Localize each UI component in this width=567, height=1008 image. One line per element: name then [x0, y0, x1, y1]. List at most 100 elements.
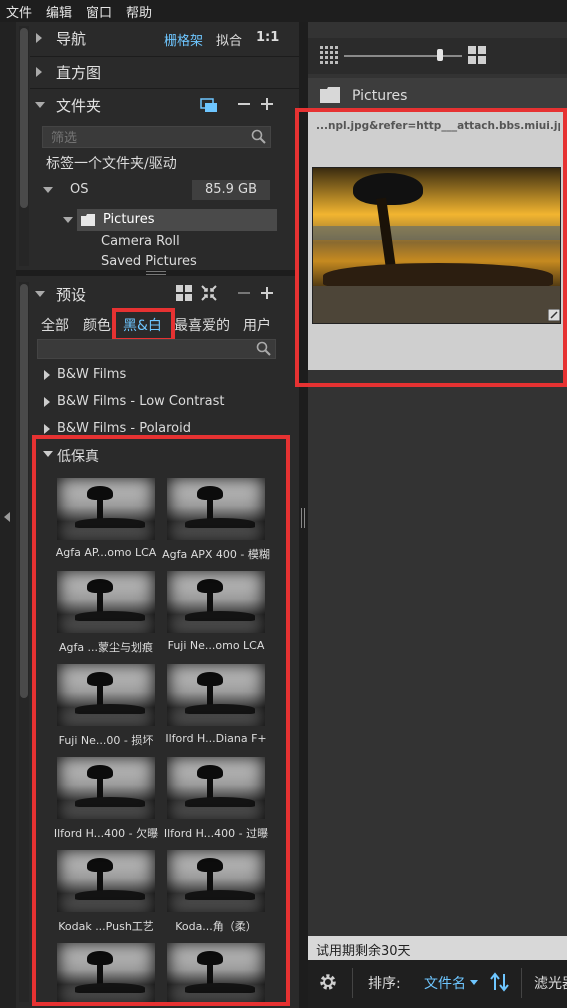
thumb-vignette-shape — [167, 757, 265, 819]
thumb-vignette-shape — [57, 757, 155, 819]
expand-right-icon — [44, 397, 50, 407]
preset-thumbnail[interactable] — [167, 943, 265, 1002]
preset-thumbnail[interactable] — [57, 571, 155, 633]
navigator-section[interactable]: 导航 栅格架 拟合 1:1 — [16, 24, 299, 52]
preset-thumbnail[interactable] — [57, 943, 155, 1002]
presets-label: 预设 — [56, 286, 87, 304]
remove-folder-icon[interactable] — [237, 97, 251, 111]
collapse-down-icon — [43, 187, 53, 193]
preset-thumbnail-label: Ilford H...400 - 欠曝 — [53, 827, 159, 840]
preset-thumbnail-label: Koda...角（柔） — [175, 920, 257, 933]
expand-right-icon — [36, 33, 42, 43]
preset-thumbnail-label: Fuji Ne...omo LCA — [167, 639, 265, 652]
drive-size: 85.9 GB — [192, 180, 270, 200]
preset-thumbnail[interactable] — [167, 478, 265, 540]
thumb-vignette-shape — [57, 664, 155, 726]
preset-thumbnail[interactable] — [167, 757, 265, 819]
thumb-vignette-shape — [57, 850, 155, 912]
preset-category-label: B&W Films — [57, 367, 127, 382]
preset-scrollbar[interactable] — [20, 284, 28, 698]
search-icon[interactable] — [251, 129, 267, 145]
presets-section[interactable]: 预设 — [16, 280, 299, 308]
tree-item-pictures[interactable]: Pictures — [62, 209, 277, 231]
splitter-grip-icon[interactable] — [146, 271, 166, 275]
add-folder-icon[interactable] — [260, 97, 274, 111]
preset-thumbnail-label: Kodak ...Push工艺 — [58, 920, 154, 933]
highlight-image-box — [295, 108, 567, 387]
folder-icon — [320, 87, 340, 103]
collapse-down-icon — [35, 102, 45, 108]
tab-all[interactable]: 全部 — [41, 315, 69, 335]
tag-folder-link[interactable]: 标签一个文件夹/驱动 — [46, 153, 177, 173]
expand-right-icon — [36, 67, 42, 77]
menu-window[interactable]: 窗口 — [86, 2, 112, 21]
tab-user[interactable]: 用户 — [243, 315, 271, 335]
sort-dropdown[interactable]: 文件名 — [424, 973, 466, 993]
preset-thumbnail-label: Agfa ...蒙尘与划痕 — [58, 641, 154, 654]
gear-icon[interactable] — [318, 972, 338, 992]
menu-help[interactable]: 帮助 — [126, 2, 152, 21]
preset-filter-input[interactable] — [37, 339, 276, 359]
browser-toolbar — [308, 38, 567, 74]
preset-thumbnail[interactable] — [57, 664, 155, 726]
search-icon[interactable] — [256, 341, 272, 357]
ratio-1to1-button[interactable]: 1:1 — [256, 30, 279, 45]
folder-icon — [81, 214, 95, 226]
thumb-vignette-shape — [57, 571, 155, 633]
preset-thumbnail[interactable] — [167, 850, 265, 912]
grid-view-icon[interactable] — [176, 285, 192, 301]
current-folder-title: Pictures — [352, 88, 408, 104]
expand-right-icon — [44, 424, 50, 434]
preset-category-row[interactable]: B&W Films - Polaroid — [40, 420, 280, 436]
preset-thumbnail[interactable] — [167, 664, 265, 726]
preset-thumbnail[interactable] — [167, 571, 265, 633]
slider-handle[interactable] — [437, 49, 443, 61]
splitter-grip-icon[interactable] — [301, 508, 305, 528]
menu-bar: 文件 编辑 窗口 帮助 — [0, 0, 567, 22]
thumb-vignette-shape — [167, 478, 265, 540]
preset-category-row[interactable]: B&W Films - Low Contrast — [40, 393, 280, 413]
preset-thumbnail-label: Fuji Ne...00 - 损坏 — [58, 734, 154, 747]
tab-color[interactable]: 颜色 — [83, 315, 111, 335]
divider — [30, 88, 299, 89]
remove-preset-icon[interactable] — [237, 286, 251, 300]
tree-item-label: Pictures — [103, 212, 155, 227]
collapse-down-icon — [63, 217, 73, 223]
thumbnail-size-slider[interactable] — [344, 55, 462, 57]
tab-favorites[interactable]: 最喜爱的 — [174, 315, 230, 335]
collapse-all-icon[interactable] — [201, 285, 217, 301]
preset-thumbnail[interactable] — [57, 757, 155, 819]
folders-section[interactable]: 文件夹 — [16, 91, 299, 119]
preset-thumbnail-label: Ilford H...400 - 过曝 — [163, 827, 269, 840]
preset-category-label: B&W Films - Polaroid — [57, 421, 191, 436]
small-grid-icon[interactable] — [320, 46, 338, 64]
drive-row[interactable]: OS 85.9 GB — [42, 177, 271, 203]
navigator-label: 导航 — [56, 30, 87, 48]
fit-grid-button[interactable]: 栅格架 — [164, 30, 203, 49]
preset-thumbnail[interactable] — [57, 478, 155, 540]
preset-thumbnail-label: Agfa APX 400 - 模糊 — [162, 548, 270, 561]
preset-thumbnail-label: Agfa AP...omo LCA — [55, 546, 157, 559]
preset-category-row[interactable]: B&W Films — [40, 366, 280, 386]
menu-file[interactable]: 文件 — [6, 2, 32, 21]
trial-text: 试用期剩余30天 — [316, 944, 411, 959]
monitor-folder-icon[interactable] — [200, 97, 218, 113]
preset-category-label: B&W Films - Low Contrast — [57, 394, 225, 409]
preset-thumbnail[interactable] — [57, 850, 155, 912]
collapse-left-arrow-icon[interactable] — [4, 512, 10, 522]
preset-thumbnail-label: Ilford H...Diana F+ — [165, 732, 267, 745]
chevron-down-icon[interactable] — [470, 980, 478, 985]
histogram-label: 直方图 — [56, 64, 102, 82]
tree-item-camera-roll[interactable]: Camera Roll — [101, 234, 180, 249]
expand-right-icon — [44, 370, 50, 380]
fit-button[interactable]: 拟合 — [216, 30, 242, 49]
folder-filter-input[interactable] — [42, 126, 271, 148]
sort-direction-icon[interactable] — [490, 972, 510, 992]
bottom-toolbar: 排序: 文件名 滤光器 — [308, 960, 567, 1008]
tree-item-saved-pictures[interactable]: Saved Pictures — [101, 254, 197, 269]
filter-button[interactable]: 滤光器 — [534, 973, 567, 993]
menu-edit[interactable]: 编辑 — [46, 2, 72, 21]
histogram-section[interactable]: 直方图 — [16, 58, 299, 86]
add-preset-icon[interactable] — [260, 286, 274, 300]
large-grid-icon[interactable] — [468, 46, 486, 64]
